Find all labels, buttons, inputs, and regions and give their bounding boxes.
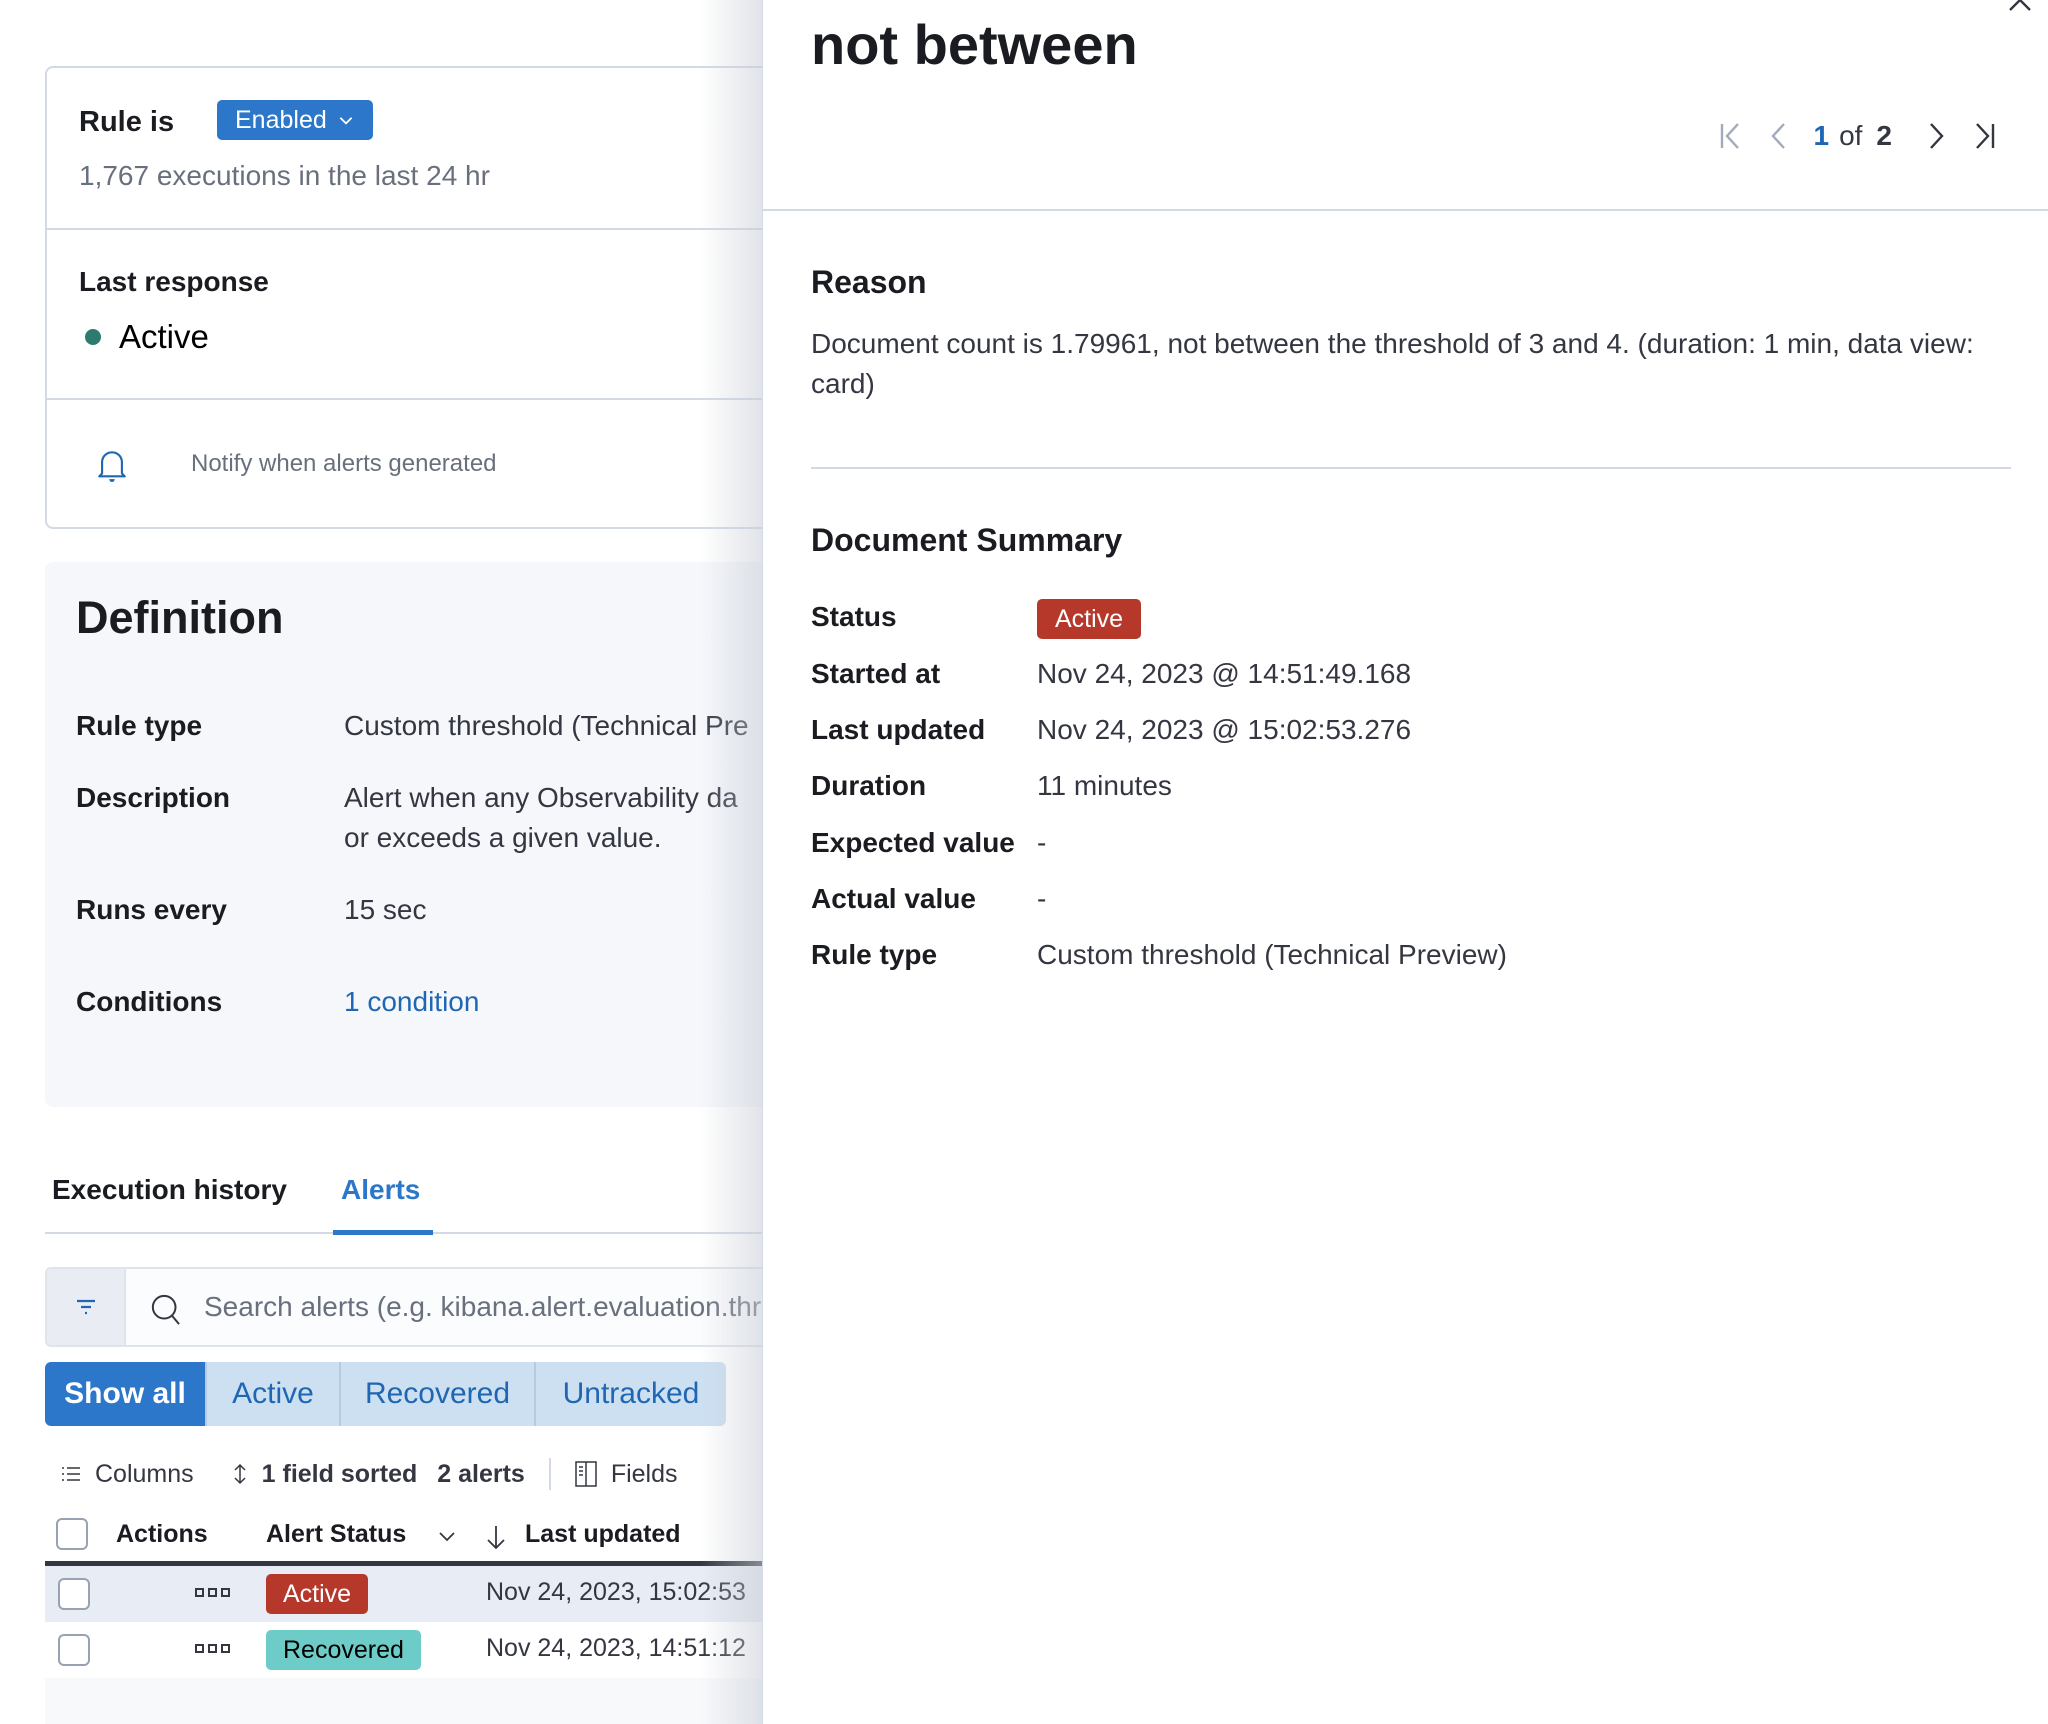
last-updated-value: Nov 24, 2023 @ 15:02:53.276 bbox=[1037, 714, 1412, 745]
sorted-label: 1 field sorted bbox=[261, 1459, 418, 1488]
active-tab-indicator bbox=[333, 1230, 433, 1235]
status-filter-group: Show all Active Recovered Untracked bbox=[45, 1362, 726, 1426]
filter-active-button[interactable]: Active bbox=[207, 1362, 341, 1426]
last-response-value: Active bbox=[119, 318, 209, 355]
current-page[interactable]: 1 bbox=[1813, 120, 1829, 152]
header-alert-status[interactable]: Alert Status bbox=[266, 1520, 406, 1549]
chevron-left-icon bbox=[1771, 123, 1786, 149]
status-label: Status bbox=[811, 601, 897, 632]
runs-every-label: Runs every bbox=[76, 894, 227, 925]
rule-type-value: Custom threshold (Technical Pre bbox=[344, 710, 749, 741]
flyout-title: not between bbox=[811, 13, 1138, 76]
document-summary-title: Document Summary bbox=[811, 522, 1123, 558]
status-dot-icon bbox=[85, 329, 101, 345]
sort-descending-icon[interactable] bbox=[485, 1524, 507, 1550]
total-pages[interactable]: 2 bbox=[1876, 120, 1892, 152]
flyout-pagination: 1 of 2 bbox=[1707, 116, 2008, 156]
prev-page-button[interactable] bbox=[1755, 116, 1803, 156]
last-response-label: Last response bbox=[79, 266, 269, 297]
expected-value-label: Expected value bbox=[811, 827, 1015, 858]
flyout-shadow bbox=[700, 0, 762, 1724]
actual-value-label: Actual value bbox=[811, 883, 976, 914]
page-of-label: of bbox=[1839, 120, 1863, 151]
row-checkbox[interactable] bbox=[58, 1578, 90, 1610]
tab-execution-history[interactable]: Execution history bbox=[52, 1174, 287, 1206]
columns-button[interactable]: Columns bbox=[61, 1460, 194, 1489]
last-response-status: Active bbox=[85, 318, 209, 356]
filter-show-all-button[interactable]: Show all bbox=[45, 1362, 207, 1426]
status-badge: Active bbox=[266, 1574, 369, 1614]
filter-recovered-button[interactable]: Recovered bbox=[341, 1362, 536, 1426]
row-actions-icon[interactable] bbox=[195, 1644, 230, 1653]
executions-count: 1,767 executions in the last 24 hr bbox=[79, 160, 490, 191]
header-last-updated[interactable]: Last updated bbox=[525, 1520, 681, 1549]
notify-text: Notify when alerts generated bbox=[191, 450, 497, 477]
select-all-checkbox[interactable] bbox=[56, 1518, 88, 1550]
rule-type-label: Rule type bbox=[76, 710, 203, 741]
rule-type-label: Rule type bbox=[811, 939, 938, 970]
last-page-button[interactable] bbox=[1960, 116, 2008, 156]
bell-icon bbox=[98, 451, 126, 482]
last-page-icon bbox=[1976, 123, 1995, 149]
close-icon[interactable] bbox=[2006, 0, 2034, 14]
chevron-down-icon bbox=[339, 117, 353, 125]
rule-type-value: Custom threshold (Technical Preview) bbox=[1037, 939, 1507, 970]
toolbar-separator bbox=[548, 1458, 551, 1490]
section-divider bbox=[811, 467, 2011, 469]
reason-text: Document count is 1.79961, not between t… bbox=[811, 328, 1974, 399]
sort-fields-button[interactable]: 1 field sorted bbox=[232, 1459, 418, 1489]
status-badge: Active bbox=[1037, 599, 1142, 639]
description-value-line2: or exceeds a given value. bbox=[344, 822, 662, 853]
reason-title: Reason bbox=[811, 264, 927, 300]
fields-icon bbox=[575, 1461, 597, 1487]
duration-value: 11 minutes bbox=[1037, 770, 1172, 801]
header-actions: Actions bbox=[116, 1520, 208, 1548]
grid-toolbar: Columns 1 field sorted 2 alerts Fields bbox=[45, 1456, 678, 1492]
conditions-label: Conditions bbox=[76, 986, 223, 1017]
started-at-value: Nov 24, 2023 @ 14:51:49.168 bbox=[1037, 658, 1412, 689]
first-page-button[interactable] bbox=[1707, 116, 1755, 156]
flyout-header-divider bbox=[763, 209, 2048, 211]
expected-value: - bbox=[1037, 827, 1047, 858]
definition-title: Definition bbox=[76, 592, 284, 643]
chevron-down-icon[interactable] bbox=[437, 1530, 457, 1544]
search-icon bbox=[151, 1294, 180, 1325]
runs-every-value: 15 sec bbox=[344, 894, 427, 925]
first-page-icon bbox=[1721, 123, 1740, 149]
actual-value: - bbox=[1037, 883, 1047, 914]
search-input[interactable]: Search alerts (e.g. kibana.alert.evaluat… bbox=[204, 1291, 761, 1323]
started-at-label: Started at bbox=[811, 658, 941, 689]
filter-untracked-button[interactable]: Untracked bbox=[536, 1362, 726, 1426]
rule-is-label: Rule is bbox=[79, 106, 175, 138]
chevron-right-icon bbox=[1930, 123, 1944, 149]
fields-label: Fields bbox=[610, 1459, 678, 1488]
list-icon bbox=[62, 1467, 80, 1481]
last-updated-label: Last updated bbox=[811, 714, 986, 745]
duration-label: Duration bbox=[811, 770, 927, 801]
filter-button[interactable] bbox=[47, 1269, 126, 1345]
description-label: Description bbox=[76, 782, 231, 813]
status-badge: Recovered bbox=[266, 1630, 421, 1670]
sort-icon bbox=[234, 1463, 246, 1485]
alerts-count: 2 alerts bbox=[437, 1459, 525, 1488]
next-page-button[interactable] bbox=[1912, 116, 1960, 156]
conditions-link[interactable]: 1 condition bbox=[344, 982, 479, 1022]
alert-flyout: not between 1 of 2 Reason Document count… bbox=[762, 0, 2048, 1724]
filter-icon bbox=[76, 1299, 95, 1315]
fields-button[interactable]: Fields bbox=[575, 1460, 678, 1489]
description-value: Alert when any Observability da bbox=[344, 782, 738, 813]
columns-label: Columns bbox=[95, 1459, 194, 1488]
tab-alerts[interactable]: Alerts bbox=[341, 1174, 420, 1206]
enabled-dropdown-button[interactable]: Enabled bbox=[217, 100, 373, 140]
row-actions-icon[interactable] bbox=[195, 1588, 230, 1597]
enabled-label: Enabled bbox=[235, 105, 327, 134]
row-checkbox[interactable] bbox=[58, 1634, 90, 1666]
